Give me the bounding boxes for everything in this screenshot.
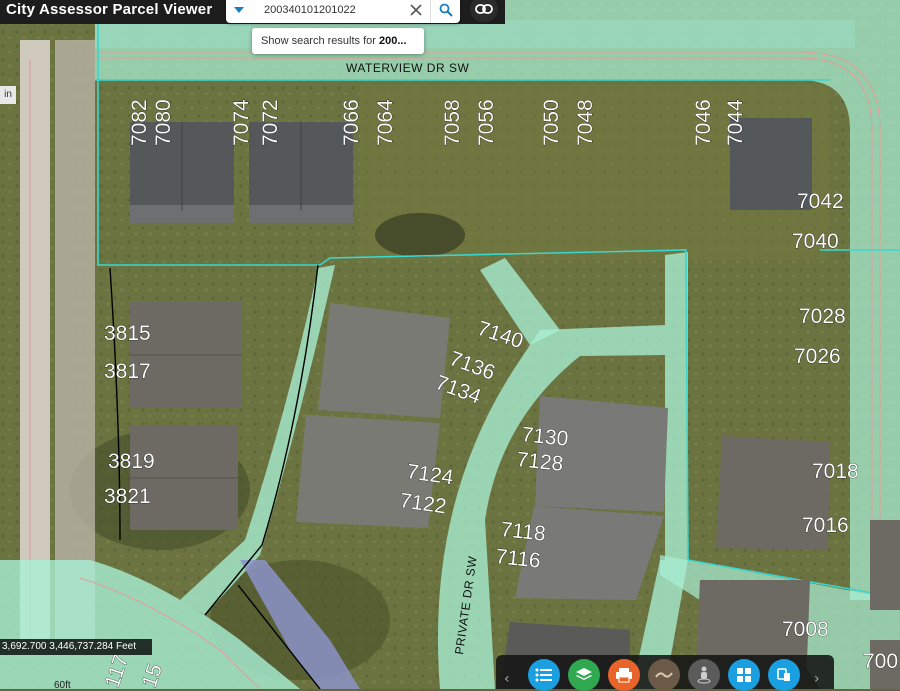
basemap-grid-icon [737, 668, 751, 682]
suggestion-query: 200... [379, 35, 407, 47]
address-label: 7080 [152, 99, 175, 146]
search-suggestion[interactable]: Show search results for 200... [252, 28, 424, 54]
address-label: 7116 [494, 545, 541, 573]
coordinates-readout: 3,692.700 3,446,737.284 Feet [0, 639, 152, 655]
zoom-in-tab[interactable]: in [0, 86, 16, 104]
search-icon [439, 3, 453, 17]
address-label: 7064 [374, 99, 397, 146]
caret-down-icon [234, 7, 244, 13]
address-label: 3815 [104, 322, 151, 345]
address-label: 7018 [812, 460, 859, 483]
measure-button[interactable] [648, 659, 680, 691]
address-label: 7048 [574, 99, 597, 146]
search-input[interactable] [256, 1, 412, 19]
close-icon [410, 4, 422, 16]
address-label: 7016 [802, 514, 849, 537]
list-icon [535, 668, 552, 682]
identify-button[interactable] [768, 659, 800, 691]
layers-icon [576, 668, 592, 680]
address-label: 7072 [259, 99, 282, 146]
address-label: 7130 [520, 423, 569, 451]
map-toolbar: ‹ › [496, 655, 834, 691]
address-label: 7050 [540, 99, 563, 146]
clear-search-button[interactable] [406, 0, 426, 20]
address-label: 7046 [692, 99, 715, 146]
toolbar-next-arrow[interactable]: › [814, 671, 820, 687]
address-label: 700 [863, 650, 898, 673]
address-label: 7066 [340, 99, 363, 146]
address-label: 7074 [230, 99, 253, 146]
search-source-dropdown[interactable] [226, 0, 252, 23]
address-label: 7026 [794, 345, 841, 368]
address-label: 3821 [104, 485, 151, 508]
print-button[interactable] [608, 659, 640, 691]
address-label: 3819 [108, 450, 155, 473]
address-label: 7028 [799, 305, 846, 328]
street-label-waterview: WATERVIEW DR SW [346, 61, 469, 75]
address-label: 7058 [441, 99, 464, 146]
street-view-icon [697, 666, 711, 684]
address-label: 7008 [782, 618, 829, 641]
address-label: 3817 [104, 360, 151, 383]
legend-button[interactable] [528, 659, 560, 691]
address-label: 7044 [724, 99, 747, 146]
toolbar-prev-arrow[interactable]: ‹ [504, 671, 510, 687]
address-label: 7128 [515, 448, 564, 476]
address-label: 7118 [499, 518, 546, 546]
basemap-button[interactable] [728, 659, 760, 691]
search-box [226, 0, 460, 23]
link-icon [475, 4, 493, 14]
print-icon [616, 668, 632, 683]
address-label: 7042 [797, 190, 844, 213]
identify-icon [777, 668, 790, 681]
layers-button[interactable] [568, 659, 600, 691]
suggestion-prefix: Show search results for [261, 35, 379, 47]
address-label: 7056 [475, 99, 498, 146]
address-label: 7082 [128, 99, 151, 146]
app-title: City Assessor Parcel Viewer [6, 1, 213, 18]
address-label: 7040 [792, 230, 839, 253]
aerial-map[interactable]: WATERVIEW DR SW PRIVATE DR SW 7082 7080 … [0, 0, 900, 689]
scale-bar-label: 60ft [54, 680, 71, 691]
search-button[interactable] [430, 0, 461, 23]
street-view-button[interactable] [688, 659, 720, 691]
measure-icon [655, 672, 673, 678]
